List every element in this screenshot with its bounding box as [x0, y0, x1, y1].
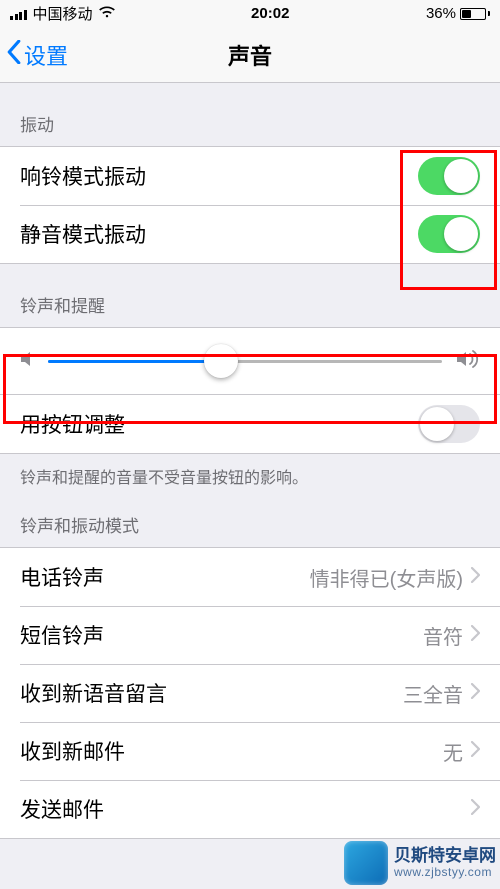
row-label: 静音模式振动	[20, 219, 146, 249]
chevron-right-icon	[471, 739, 480, 763]
row-label: 收到新邮件	[20, 736, 125, 766]
wifi-icon	[99, 5, 115, 22]
row-vibrate-on-silent[interactable]: 静音模式振动	[0, 205, 500, 263]
row-ringtone[interactable]: 电话铃声 情非得已(女声版)	[0, 548, 500, 606]
section-footer-ringer: 铃声和提醒的音量不受音量按钮的影响。	[0, 454, 500, 494]
back-button[interactable]: 设置	[0, 27, 68, 82]
row-label: 用按钮调整	[20, 409, 125, 439]
back-label: 设置	[24, 39, 68, 71]
row-label: 响铃模式振动	[20, 161, 146, 191]
status-time: 20:02	[251, 5, 289, 22]
toggle-vibrate-on-silent[interactable]	[418, 215, 480, 253]
row-value: 无	[443, 737, 463, 766]
group-vibration: 响铃模式振动 静音模式振动	[0, 146, 500, 264]
nav-bar: 设置 声音	[0, 27, 500, 83]
group-patterns: 电话铃声 情非得已(女声版) 短信铃声 音符 收到新语音留言 三全音 收到新邮件…	[0, 547, 500, 839]
status-bar: 中国移动 20:02 36%	[0, 0, 500, 27]
battery-percent: 36%	[426, 5, 456, 22]
status-right: 36%	[426, 5, 490, 22]
row-value: 三全音	[403, 679, 463, 708]
status-left: 中国移动	[10, 3, 115, 24]
row-label: 电话铃声	[20, 562, 104, 592]
row-change-with-buttons[interactable]: 用按钮调整	[0, 395, 500, 453]
carrier-label: 中国移动	[33, 3, 93, 24]
chevron-left-icon	[6, 40, 22, 70]
row-label: 收到新语音留言	[20, 678, 167, 708]
section-header-patterns: 铃声和振动模式	[0, 494, 500, 547]
row-text-tone[interactable]: 短信铃声 音符	[0, 606, 500, 664]
chevron-right-icon	[471, 565, 480, 589]
watermark-logo-icon	[344, 841, 388, 885]
section-header-ringer: 铃声和提醒	[0, 264, 500, 327]
chevron-right-icon	[471, 623, 480, 647]
row-label: 短信铃声	[20, 620, 104, 650]
toggle-vibrate-on-ring[interactable]	[418, 157, 480, 195]
ringer-volume-slider[interactable]	[48, 346, 442, 376]
row-new-mail[interactable]: 收到新邮件 无	[0, 722, 500, 780]
battery-icon	[460, 8, 490, 20]
watermark-title: 贝斯特安卓网	[394, 846, 496, 866]
row-label: 发送邮件	[20, 794, 104, 824]
row-value: 情非得已(女声版)	[310, 563, 463, 592]
row-vibrate-on-ring[interactable]: 响铃模式振动	[0, 147, 500, 205]
chevron-right-icon	[471, 681, 480, 705]
row-new-voicemail[interactable]: 收到新语音留言 三全音	[0, 664, 500, 722]
section-header-vibration: 振动	[0, 83, 500, 146]
toggle-change-with-buttons[interactable]	[418, 405, 480, 443]
page-title: 声音	[0, 39, 500, 71]
speaker-high-icon	[456, 349, 480, 374]
speaker-low-icon	[20, 350, 34, 373]
chevron-right-icon	[471, 797, 480, 821]
row-value: 音符	[423, 621, 463, 650]
watermark-url: www.zjbstyy.com	[394, 866, 496, 880]
group-ringer-button: 用按钮调整	[0, 395, 500, 454]
row-sent-mail[interactable]: 发送邮件	[0, 780, 500, 838]
row-ringer-volume	[0, 327, 500, 395]
watermark: 贝斯特安卓网 www.zjbstyy.com	[344, 841, 496, 885]
cellular-signal-icon	[10, 8, 27, 20]
